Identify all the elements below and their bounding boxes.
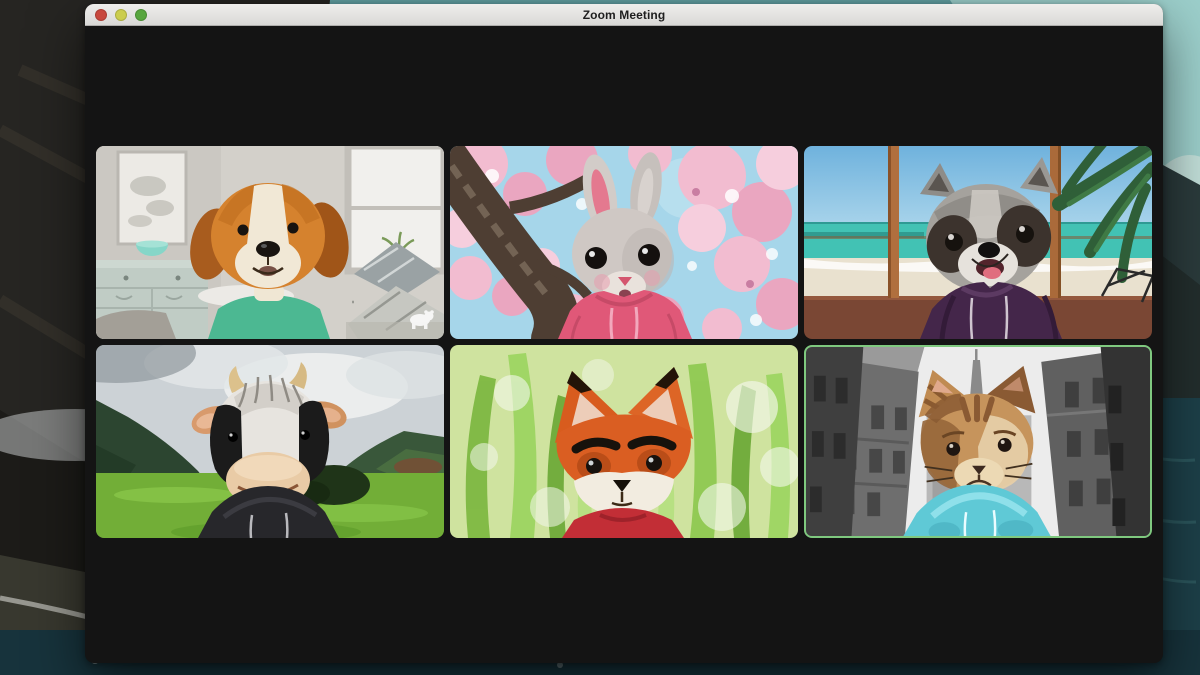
raccoon-avatar: [920, 157, 1062, 339]
video-tile-dog[interactable]: [96, 146, 444, 339]
video-feed-fox: [450, 345, 798, 538]
minimize-button[interactable]: [115, 9, 127, 21]
video-feed-cat: [806, 347, 1150, 536]
video-tile-cow[interactable]: [96, 345, 444, 538]
zoom-meeting-window: Zoom Meeting: [85, 4, 1163, 663]
screen: Zoom Meeting: [0, 0, 1200, 675]
window-controls: [95, 4, 147, 26]
video-feed-dog: [96, 146, 444, 339]
video-tile-cat-active-speaker[interactable]: [804, 345, 1152, 538]
window-title: Zoom Meeting: [85, 4, 1163, 26]
video-feed-rabbit: [450, 146, 798, 339]
participant-gallery: [96, 146, 1152, 538]
maximize-button[interactable]: [135, 9, 147, 21]
video-tile-raccoon[interactable]: [804, 146, 1152, 339]
video-tile-fox[interactable]: [450, 345, 798, 538]
video-feed-cow: [96, 345, 444, 538]
video-tile-rabbit[interactable]: [450, 146, 798, 339]
video-feed-raccoon: [804, 146, 1152, 339]
close-button[interactable]: [95, 9, 107, 21]
picture-frame: [118, 152, 186, 244]
window-titlebar[interactable]: Zoom Meeting: [85, 4, 1163, 26]
